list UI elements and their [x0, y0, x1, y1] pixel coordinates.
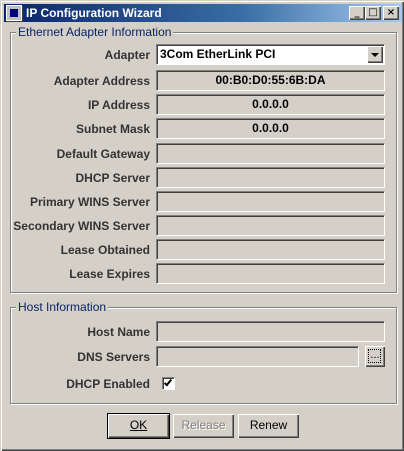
- ip-address-field: 0.0.0.0: [156, 94, 385, 115]
- adapter-select-value: 3Com EtherLink PCI: [160, 47, 276, 61]
- ok-button[interactable]: OK: [107, 413, 170, 439]
- dhcp-server-field: [156, 167, 385, 188]
- maximize-button[interactable]: □: [365, 6, 381, 20]
- lease-expires-field: [156, 263, 385, 284]
- adapter-label: Adapter: [104, 48, 150, 62]
- release-button-label: Release: [181, 418, 226, 432]
- lease-obtained-label: Lease Obtained: [60, 243, 150, 257]
- dhcp-enabled-checkbox[interactable]: [162, 377, 175, 390]
- host-group-legend: Host Information: [16, 300, 109, 314]
- host-name-field: [156, 321, 385, 342]
- app-icon: [6, 5, 22, 21]
- renew-button[interactable]: Renew: [238, 414, 299, 438]
- adapter-select[interactable]: 3Com EtherLink PCI: [156, 44, 385, 65]
- ip-address-label: IP Address: [87, 98, 150, 112]
- chevron-down-icon[interactable]: [367, 46, 383, 63]
- secondary-wins-label: Secondary WINS Server: [13, 219, 150, 233]
- default-gateway-field: [156, 143, 385, 164]
- dhcp-server-label: DHCP Server: [75, 171, 150, 185]
- default-gateway-label: Default Gateway: [56, 147, 150, 161]
- lease-obtained-field: [156, 239, 385, 260]
- adapter-address-label: Adapter Address: [53, 74, 150, 88]
- window-title: IP Configuration Wizard: [26, 6, 162, 20]
- release-button[interactable]: Release: [173, 414, 234, 438]
- lease-expires-label: Lease Expires: [69, 267, 150, 281]
- renew-button-label: Renew: [249, 418, 288, 432]
- dns-servers-label: DNS Servers: [77, 350, 150, 364]
- dhcp-enabled-label: DHCP Enabled: [66, 377, 150, 391]
- close-button[interactable]: ×: [383, 6, 399, 20]
- adapter-address-field: 00:B0:D0:55:6B:DA: [156, 70, 385, 91]
- checkmark-icon: [163, 377, 173, 387]
- primary-wins-field: [156, 191, 385, 212]
- subnet-mask-label: Subnet Mask: [75, 122, 150, 136]
- ok-button-label: OK: [129, 418, 148, 432]
- subnet-mask-field: 0.0.0.0: [156, 118, 385, 139]
- dns-servers-field: [156, 346, 359, 367]
- host-name-label: Host Name: [87, 325, 150, 339]
- focus-ring: [368, 349, 381, 363]
- ethernet-group-legend: Ethernet Adapter Information: [16, 25, 174, 39]
- dns-servers-browse-button[interactable]: ...: [365, 346, 385, 367]
- title-bar[interactable]: IP Configuration Wizard _ □ ×: [4, 4, 402, 22]
- primary-wins-label: Primary WINS Server: [29, 195, 150, 209]
- ip-config-window: IP Configuration Wizard _ □ × Ethernet A…: [0, 0, 404, 451]
- minimize-button[interactable]: _: [349, 6, 365, 20]
- secondary-wins-field: [156, 215, 385, 236]
